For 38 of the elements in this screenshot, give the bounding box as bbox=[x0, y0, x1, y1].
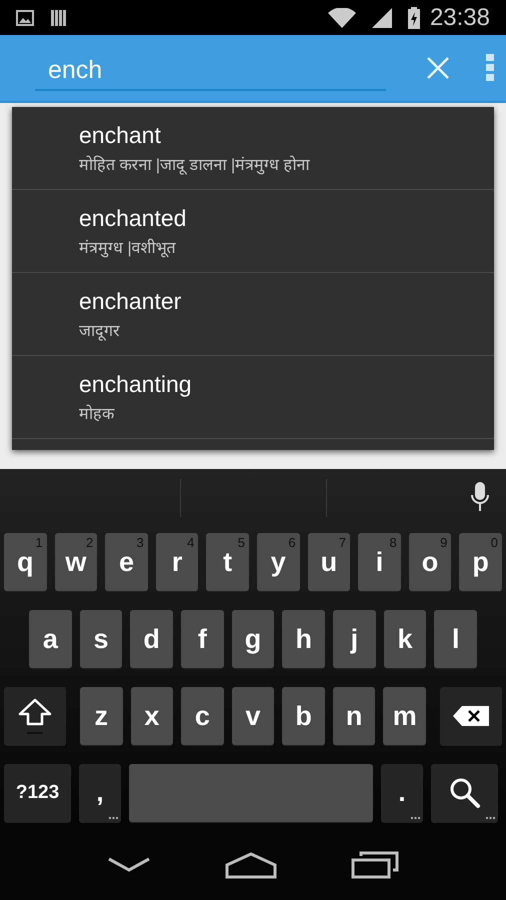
suggestion-item[interactable]: enchanting मोहक bbox=[12, 356, 494, 439]
keyboard-key[interactable]: g bbox=[232, 610, 274, 668]
keyboard-key[interactable]: m bbox=[383, 687, 426, 745]
image-icon bbox=[16, 10, 34, 26]
signal-icon bbox=[372, 8, 392, 28]
keyboard-key[interactable]: d bbox=[130, 610, 174, 668]
keyboard-key[interactable]: s bbox=[80, 610, 122, 668]
back-icon[interactable] bbox=[107, 857, 151, 873]
keyboard-key[interactable]: . bbox=[381, 764, 423, 822]
keyboard-key[interactable]: f bbox=[181, 610, 224, 668]
battery-icon bbox=[408, 6, 420, 28]
suggestion-item[interactable]: enchanted मंत्रमुग्ध |वशीभूत bbox=[12, 190, 494, 273]
wifi-icon bbox=[328, 8, 356, 28]
suggestion-item[interactable]: enchant मोहित करना |जादू डालना |मंत्रमुग्ध होना bbox=[12, 107, 494, 190]
home-icon[interactable] bbox=[225, 851, 277, 879]
keyboard-key[interactable]: l bbox=[434, 610, 478, 668]
keyboard-key[interactable]: n bbox=[332, 687, 376, 745]
symbols-key[interactable]: ?123 bbox=[4, 764, 71, 822]
search-key[interactable] bbox=[431, 764, 498, 822]
keyboard-key[interactable]: k bbox=[384, 610, 426, 668]
clear-icon[interactable] bbox=[426, 56, 450, 80]
search-icon bbox=[448, 777, 480, 809]
keyboard-key[interactable]: c bbox=[181, 687, 224, 745]
microphone-icon[interactable] bbox=[470, 482, 490, 512]
clock: 23:38 bbox=[430, 4, 490, 32]
keyboard-key[interactable]: x bbox=[130, 687, 174, 745]
suggestion-item[interactable]: enchanter जादूगर bbox=[12, 273, 494, 356]
shift-key[interactable] bbox=[4, 687, 66, 745]
keyboard-key[interactable]: j bbox=[333, 610, 376, 668]
keyboard-key[interactable]: z bbox=[80, 687, 123, 745]
keyboard-key[interactable]: , bbox=[79, 764, 121, 822]
keyboard-key[interactable]: a bbox=[29, 610, 72, 668]
keyboard-key[interactable]: v bbox=[232, 687, 274, 745]
keyboard-key[interactable]: b bbox=[282, 687, 325, 745]
backspace-icon bbox=[452, 705, 490, 727]
backspace-key[interactable] bbox=[440, 687, 502, 745]
recents-icon[interactable] bbox=[351, 851, 399, 879]
keyboard-key[interactable]: h bbox=[282, 610, 326, 668]
